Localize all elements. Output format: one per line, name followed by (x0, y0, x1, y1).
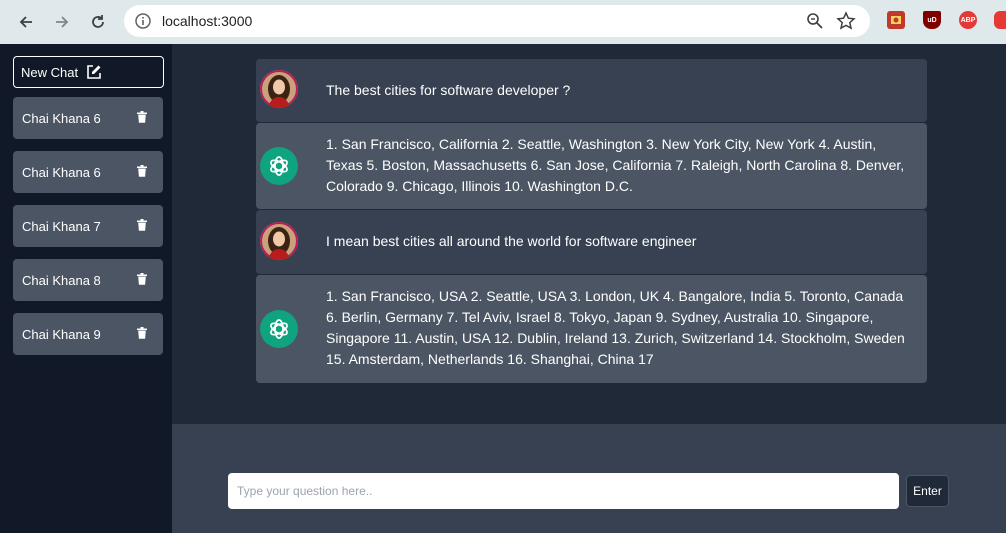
question-input[interactable] (228, 473, 899, 509)
browser-toolbar: localhost:3000 uD ABP (0, 0, 1006, 44)
trash-icon[interactable] (137, 165, 147, 180)
user-message: I mean best cities all around the world … (256, 210, 927, 274)
chat-item-label: Chai Khana 9 (22, 326, 101, 342)
sidebar: New Chat Chai Khana 6 Chai Khana 6 Chai … (0, 44, 172, 533)
new-chat-button[interactable]: New Chat (13, 56, 164, 88)
zoom-icon[interactable] (806, 12, 824, 35)
user-avatar (260, 222, 298, 260)
trash-icon[interactable] (137, 219, 147, 234)
chat-item-label: Chai Khana 8 (22, 272, 101, 288)
trash-icon[interactable] (137, 327, 147, 342)
trash-icon[interactable] (137, 273, 147, 288)
forward-button[interactable] (48, 8, 76, 36)
extension-photo-icon[interactable] (887, 11, 905, 29)
message-text: 1. San Francisco, USA 2. Seattle, USA 3.… (326, 288, 905, 367)
extension-partial-icon[interactable] (994, 11, 1006, 29)
chat-area: The best cities for software developer ?… (172, 44, 1006, 424)
sidebar-chat-item[interactable]: Chai Khana 6 (13, 151, 163, 193)
chatgpt-logo-icon (260, 147, 298, 185)
abp-label: ABP (960, 16, 976, 24)
message-text: I mean best cities all around the world … (326, 233, 697, 249)
chat-item-label: Chai Khana 7 (22, 218, 101, 234)
message-text: The best cities for software developer ? (326, 82, 571, 98)
chat-item-label: Chai Khana 6 (22, 110, 101, 126)
assistant-message: 1. San Francisco, California 2. Seattle,… (256, 123, 927, 209)
message-text: 1. San Francisco, California 2. Seattle,… (326, 136, 905, 194)
input-area: Enter (172, 424, 1006, 533)
enter-button[interactable]: Enter (906, 475, 949, 507)
forward-arrow-icon (56, 16, 69, 28)
reload-button[interactable] (84, 8, 112, 36)
edit-icon (87, 65, 101, 79)
back-arrow-icon (19, 16, 32, 28)
chat-item-label: Chai Khana 6 (22, 164, 101, 180)
trash-icon[interactable] (137, 111, 147, 126)
sidebar-chat-item[interactable]: Chai Khana 6 (13, 97, 163, 139)
reload-icon (92, 15, 104, 28)
user-message: The best cities for software developer ? (256, 59, 927, 122)
site-info-icon[interactable] (134, 12, 152, 35)
user-avatar (260, 70, 298, 108)
assistant-message: 1. San Francisco, USA 2. Seattle, USA 3.… (256, 275, 927, 383)
ublock-extension-icon[interactable]: uD (923, 11, 941, 29)
bookmark-star-icon[interactable] (836, 11, 856, 36)
address-bar[interactable]: localhost:3000 (124, 5, 870, 37)
adblock-plus-extension-icon[interactable]: ABP (959, 11, 977, 29)
sidebar-chat-item[interactable]: Chai Khana 8 (13, 259, 163, 301)
ublock-label: uD (927, 16, 937, 24)
url-text[interactable]: localhost:3000 (162, 13, 252, 29)
chatgpt-logo-icon (260, 310, 298, 348)
sidebar-chat-item[interactable]: Chai Khana 9 (13, 313, 163, 355)
sidebar-chat-item[interactable]: Chai Khana 7 (13, 205, 163, 247)
back-button[interactable] (12, 8, 40, 36)
new-chat-label: New Chat (21, 64, 79, 80)
